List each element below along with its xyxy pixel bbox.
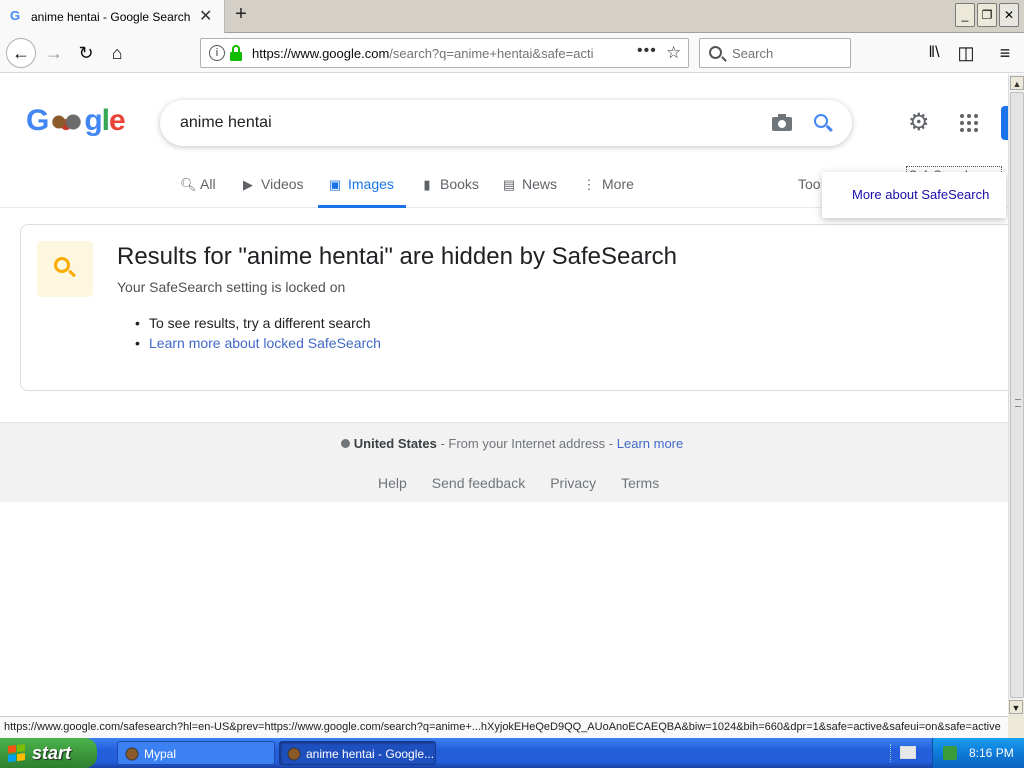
- sidebar-toggle-icon[interactable]: ◫: [954, 41, 978, 65]
- status-bar-url: https://www.google.com/safesearch?hl=en-…: [0, 716, 1008, 738]
- news-icon: ▤: [502, 177, 516, 192]
- footer-link-terms[interactable]: Terms: [621, 475, 659, 491]
- scroll-down-arrow-icon[interactable]: ▼: [1009, 700, 1023, 714]
- scroll-up-arrow-icon[interactable]: ▲: [1010, 76, 1024, 90]
- scroll-corner: ▼: [1008, 700, 1024, 738]
- apps-grid-icon[interactable]: [960, 114, 978, 132]
- tab-close-icon[interactable]: ✕: [199, 6, 212, 26]
- mypal-app-icon: [124, 747, 140, 761]
- google-search-box[interactable]: anime hentai: [160, 100, 852, 146]
- minimize-window-button[interactable]: _: [955, 3, 975, 27]
- notice-subtext: Your SafeSearch setting is locked on: [117, 279, 346, 295]
- footer-link-send-feedback[interactable]: Send feedback: [432, 475, 525, 491]
- play-icon: ▶: [243, 177, 253, 192]
- safesearch-popup: More about SafeSearch: [822, 172, 1006, 218]
- page-actions-icon[interactable]: •••: [637, 42, 657, 60]
- bookmark-star-icon[interactable]: ☆: [666, 43, 681, 63]
- tab-tools[interactable]: Too: [798, 176, 821, 208]
- reload-icon[interactable]: ↻: [74, 41, 98, 65]
- learn-more-link[interactable]: Learn more: [617, 436, 683, 451]
- browser-tab-strip: G anime hentai - Google Search ✕ + _ ❐ ✕: [0, 0, 1024, 33]
- scrollbar-thumb[interactable]: [1010, 92, 1024, 698]
- forward-arrow-icon[interactable]: →: [42, 41, 66, 65]
- image-icon: ▣: [328, 177, 342, 192]
- tab-videos[interactable]: ▶ Videos: [241, 176, 304, 208]
- search-placeholder: Search: [732, 46, 774, 61]
- tab-title: anime hentai - Google Search: [31, 10, 191, 24]
- mypal-app-icon: [286, 747, 302, 761]
- google-results-page: Ggle anime hentai ⚙ 🔍︎ All ▶ Videos ▣ Image…: [0, 74, 1008, 716]
- windows-flag-icon: [8, 744, 26, 762]
- location-name: United States: [353, 436, 437, 451]
- keyboard-language-icon[interactable]: [900, 746, 916, 759]
- footer-link-privacy[interactable]: Privacy: [550, 475, 596, 491]
- library-icon[interactable]: ‖\: [922, 41, 946, 65]
- tab-all[interactable]: 🔍︎ All: [180, 176, 216, 208]
- browser-navigation-bar: ← → ↻ ⌂ i https://www.google.com/search?…: [0, 33, 1024, 73]
- search-submit-icon[interactable]: [814, 114, 828, 128]
- network-tray-icon[interactable]: [943, 746, 957, 760]
- learn-more-locked-safesearch-link[interactable]: Learn more about locked SafeSearch: [149, 335, 381, 351]
- tab-books[interactable]: ▮ Books: [420, 176, 479, 208]
- notice-headline: Results for "anime hentai" are hidden by…: [117, 243, 678, 270]
- location-dot-icon: [340, 439, 350, 448]
- start-button[interactable]: start: [0, 738, 97, 768]
- tab-news[interactable]: ▤ News: [502, 176, 557, 208]
- location-line: United States - From your Internet addre…: [0, 436, 1008, 451]
- doodle-image: [48, 109, 85, 136]
- footer-links: Help Send feedback Privacy Terms: [378, 475, 684, 491]
- list-item: To see results, try a different search: [135, 313, 381, 333]
- taskbar-grip: [890, 744, 893, 762]
- close-window-button[interactable]: ✕: [999, 3, 1019, 27]
- secure-lock-icon: [230, 45, 242, 61]
- hamburger-menu-icon[interactable]: ≡: [993, 41, 1017, 65]
- home-icon[interactable]: ⌂: [105, 41, 129, 65]
- tab-images[interactable]: ▣ Images: [318, 176, 406, 208]
- browser-tab-active[interactable]: G anime hentai - Google Search ✕: [0, 0, 225, 33]
- url-bar[interactable]: i https://www.google.com/search?q=anime+…: [200, 38, 689, 68]
- new-tab-icon[interactable]: +: [231, 3, 251, 26]
- search-icon: 🔍︎: [180, 177, 197, 192]
- browser-search-field[interactable]: Search: [699, 38, 851, 68]
- safesearch-notice-card: Results for "anime hentai" are hidden by…: [20, 224, 1008, 391]
- clock[interactable]: 8:16 PM: [969, 738, 1014, 768]
- google-favicon-icon: G: [10, 8, 21, 23]
- book-icon: ▮: [423, 177, 431, 192]
- site-info-icon[interactable]: i: [209, 45, 225, 61]
- settings-gear-icon[interactable]: ⚙: [908, 111, 930, 135]
- sign-in-button[interactable]: [1001, 106, 1008, 140]
- list-item: Learn more about locked SafeSearch: [135, 333, 381, 353]
- system-tray: 8:16 PM: [932, 738, 1024, 768]
- more-about-safesearch-link[interactable]: More about SafeSearch: [852, 187, 989, 202]
- footer-link-help[interactable]: Help: [378, 475, 407, 491]
- url-text[interactable]: https://www.google.com/search?q=anime+he…: [252, 46, 602, 61]
- taskbar-item-browser-window[interactable]: anime hentai - Google...: [279, 741, 436, 765]
- safesearch-magnifier-icon: [37, 241, 93, 297]
- google-doodle-logo[interactable]: Ggle: [26, 104, 126, 138]
- windows-taskbar: start Mypal anime hentai - Google... 8:1…: [0, 738, 1024, 768]
- search-query-input[interactable]: anime hentai: [180, 114, 272, 132]
- notice-list: To see results, try a different search L…: [135, 313, 381, 353]
- taskbar-item-mypal[interactable]: Mypal: [117, 741, 275, 765]
- restore-window-button[interactable]: ❐: [977, 3, 997, 27]
- tab-more[interactable]: ⋮ More: [582, 176, 634, 208]
- page-footer: United States - From your Internet addre…: [0, 422, 1008, 502]
- more-vert-icon: ⋮: [582, 177, 596, 192]
- search-icon: [709, 46, 722, 59]
- camera-icon[interactable]: [772, 113, 794, 131]
- back-arrow-icon[interactable]: ←: [6, 38, 36, 68]
- vertical-scrollbar[interactable]: ▲ ▼: [1008, 74, 1024, 716]
